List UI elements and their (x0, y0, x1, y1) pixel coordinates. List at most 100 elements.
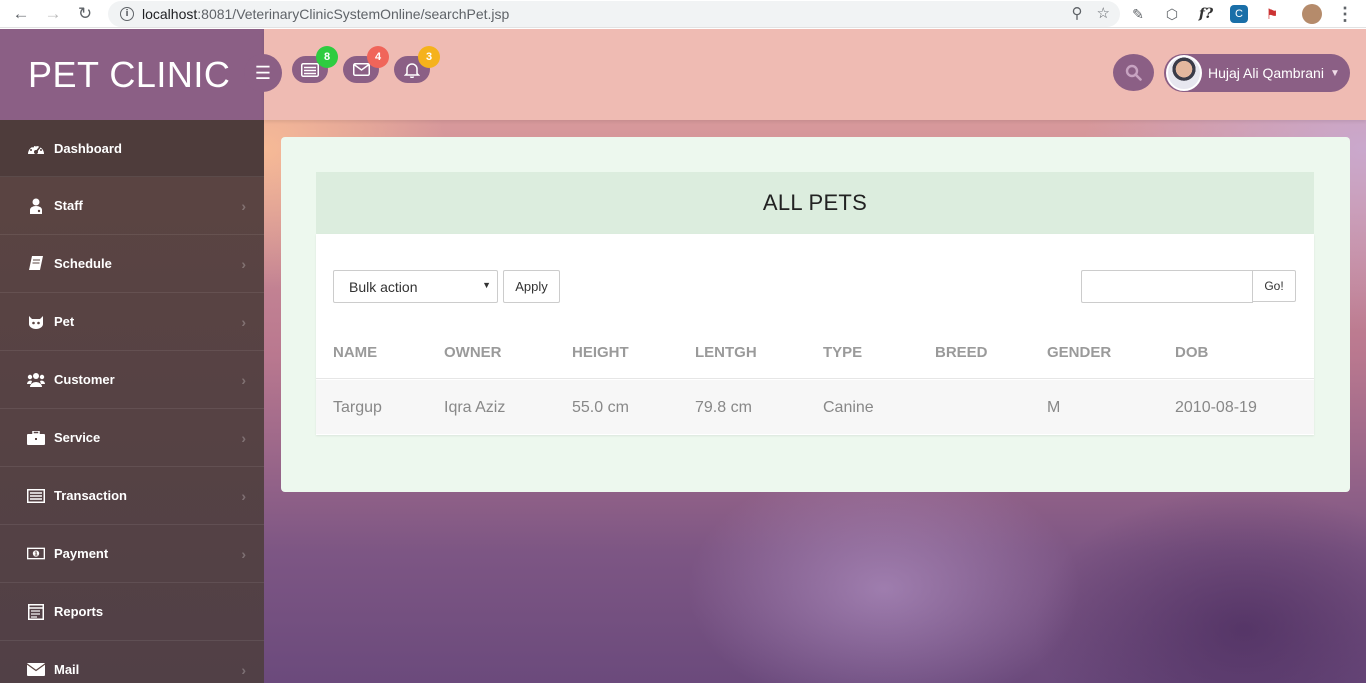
page-title: ALL PETS (316, 172, 1314, 234)
column-header-dob[interactable]: DOB (1175, 344, 1208, 361)
column-header-owner[interactable]: OWNER (444, 344, 502, 361)
avatar (1166, 55, 1202, 91)
search-input[interactable] (1081, 270, 1253, 303)
column-header-type[interactable]: TYPE (823, 344, 862, 361)
envelope-icon (352, 63, 370, 76)
search-button[interactable] (1113, 54, 1154, 91)
sidebar-item-label: Dashboard (54, 140, 122, 156)
hamburger-icon: ☰ (254, 62, 272, 83)
sidebar-item-label: Customer (54, 372, 115, 387)
envelope-icon (27, 662, 45, 678)
chevron-right-icon: › (241, 429, 246, 446)
report-icon (27, 603, 45, 620)
sidebar-item-service[interactable]: Service › (0, 409, 264, 467)
extension-red-icon[interactable]: ⚑ (1262, 6, 1282, 23)
sidebar-item-mail[interactable]: Mail › (0, 641, 264, 683)
sidebar-item-payment[interactable]: 1 Payment › (0, 525, 264, 583)
brand-title[interactable]: PET CLINIC (0, 29, 264, 120)
sidebar-item-pet[interactable]: Pet › (0, 293, 264, 351)
url-text: localhost:8081/VeterinaryClinicSystemOnl… (142, 6, 509, 22)
bell-icon (404, 62, 420, 78)
chevron-right-icon: › (241, 545, 246, 562)
eyedropper-icon[interactable]: ✎ (1128, 6, 1148, 23)
sidebar-item-label: Schedule (54, 256, 112, 271)
sidebar-item-label: Staff (54, 198, 83, 213)
tasks-icon (301, 62, 319, 77)
sidebar-item-reports[interactable]: Reports (0, 583, 264, 641)
alerts-notification-button[interactable]: 3 (394, 46, 440, 83)
apply-button[interactable]: Apply (503, 270, 560, 303)
sidebar-item-label: Service (54, 430, 101, 445)
column-header-breed[interactable]: BREED (935, 344, 988, 361)
tasks-count-badge: 8 (316, 46, 338, 68)
bookmark-star-icon[interactable]: ☆ (1097, 4, 1110, 22)
book-icon (27, 256, 45, 272)
url-path: :8081/VeterinaryClinicSystemOnline/searc… (197, 6, 510, 22)
browser-profile-avatar[interactable] (1302, 4, 1322, 24)
sidebar-item-dashboard[interactable]: Dashboard (0, 120, 264, 177)
column-header-length[interactable]: LENTGH (695, 344, 757, 361)
chevron-right-icon: › (241, 255, 246, 272)
cell-gender: M (1047, 399, 1061, 416)
reload-icon[interactable]: ↻ (73, 2, 97, 26)
extension-c-icon[interactable]: C (1230, 5, 1248, 23)
cell-name: Targup (333, 399, 382, 416)
bulk-action-value: Bulk action (349, 278, 418, 295)
pets-panel: Bulk action ▼ Apply Go! NAME OWNER HEIGH… (316, 234, 1314, 435)
sidebar-item-label: Transaction (54, 488, 127, 503)
column-header-gender[interactable]: GENDER (1047, 344, 1111, 361)
briefcase-icon (27, 430, 45, 446)
url-host: localhost (142, 6, 198, 22)
chevron-right-icon: › (241, 487, 246, 504)
column-header-name[interactable]: NAME (333, 344, 377, 361)
address-bar[interactable]: i localhost:8081/VeterinaryClinicSystemO… (108, 1, 1120, 27)
cube-icon[interactable]: ⬡ (1162, 6, 1182, 23)
back-arrow-icon[interactable]: ← (9, 2, 33, 26)
info-icon[interactable]: i (120, 7, 134, 21)
money-icon: 1 (27, 546, 45, 562)
chevron-right-icon: › (241, 661, 246, 678)
browser-menu-icon[interactable]: ⋮ (1336, 3, 1354, 25)
cat-icon (27, 314, 45, 330)
user-doctor-icon (27, 198, 45, 214)
cell-height: 55.0 cm (572, 399, 629, 416)
user-menu[interactable]: Hujaj Ali Qambrani ▼ (1164, 54, 1350, 92)
formula-icon[interactable]: f? (1196, 6, 1216, 22)
chevron-right-icon: › (241, 371, 246, 388)
user-name: Hujaj Ali Qambrani (1208, 65, 1324, 81)
zoom-icon[interactable]: ⚲ (1072, 4, 1083, 22)
cell-length: 79.8 cm (695, 399, 752, 416)
search-icon (1125, 64, 1142, 81)
sidebar-item-staff[interactable]: Staff › (0, 177, 264, 235)
extensions-bar: ✎ ⬡ f? C ⚑ (1128, 3, 1282, 25)
forward-arrow-icon[interactable]: → (41, 2, 65, 26)
tasks-notification-button[interactable]: 8 (292, 46, 338, 83)
top-navbar: ☰ 8 4 3 Hujaj Ali Qambrani ▼ (244, 29, 1366, 120)
cell-owner: Iqra Aziz (444, 399, 506, 416)
sidebar-item-schedule[interactable]: Schedule › (0, 235, 264, 293)
cell-dob: 2010-08-19 (1175, 399, 1257, 416)
go-button[interactable]: Go! (1252, 270, 1296, 302)
bulk-action-select[interactable]: Bulk action ▼ (333, 270, 498, 303)
sidebar-item-customer[interactable]: Customer › (0, 351, 264, 409)
chevron-right-icon: › (241, 197, 246, 214)
sidebar-item-label: Payment (54, 546, 109, 561)
main-card: ALL PETS Bulk action ▼ Apply Go! NAME OW… (281, 137, 1350, 492)
column-header-height[interactable]: HEIGHT (572, 344, 629, 361)
alerts-count-badge: 3 (418, 46, 440, 68)
cell-type: Canine (823, 399, 874, 416)
sidebar-item-label: Mail (54, 662, 80, 677)
chevron-right-icon: › (241, 313, 246, 330)
menu-toggle-button[interactable]: ☰ (244, 54, 282, 92)
dashboard-icon (27, 140, 45, 156)
sidebar-item-transaction[interactable]: Transaction › (0, 467, 264, 525)
browser-toolbar: ← → ↻ i localhost:8081/VeterinaryClinicS… (0, 0, 1366, 28)
messages-count-badge: 4 (367, 46, 389, 68)
table-row[interactable]: Targup Iqra Aziz 55.0 cm 79.8 cm Canine … (316, 380, 1314, 434)
sidebar-item-label: Reports (54, 604, 104, 619)
sidebar: PET CLINIC Dashboard Staff › Schedule › … (0, 29, 264, 683)
messages-notification-button[interactable]: 4 (343, 46, 389, 83)
select-arrow-icon: ▼ (482, 280, 491, 290)
sidebar-item-label: Pet (54, 314, 75, 329)
users-icon (27, 372, 45, 388)
